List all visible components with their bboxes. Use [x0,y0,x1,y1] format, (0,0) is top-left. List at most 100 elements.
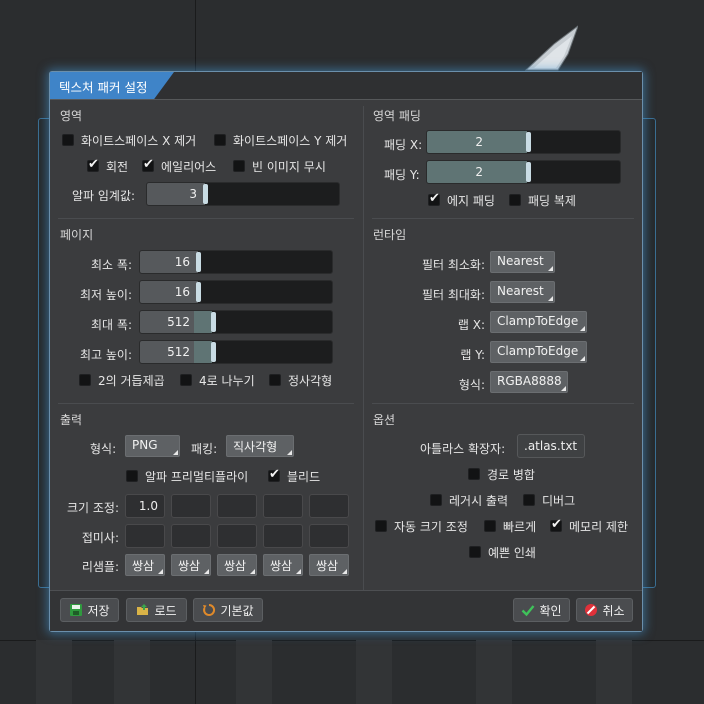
premultiply-alpha-checkbox[interactable] [126,470,138,482]
duplicate-padding-checkbox[interactable] [509,194,521,206]
min-height-slider[interactable]: 16 [139,280,333,304]
reset-icon [203,603,216,616]
suffix-field-2[interactable] [171,524,211,548]
divider [58,218,354,219]
min-width-label: 최소 폭: [91,258,132,272]
dialog-titlebar[interactable]: 텍스처 패커 설정 [50,72,642,100]
max-width-label: 최대 폭: [91,318,132,332]
area-section-title: 영역 [60,109,83,123]
debug-label: 디버그 [542,494,576,508]
duplicate-padding-label: 패딩 복제 [528,194,576,208]
output-section-title: 출력 [60,413,83,427]
combine-paths-label: 경로 병합 [487,468,535,482]
filter-mag-label: 필터 최대화: [421,288,485,302]
min-width-slider[interactable]: 16 [139,250,333,274]
suffix-field-1[interactable] [125,524,165,548]
sprite-preview-icon [524,25,578,71]
bleed-checkbox[interactable] [268,467,280,482]
save-button[interactable]: 저장 [60,598,119,622]
aliases-checkbox[interactable] [142,157,154,172]
save-label: 저장 [87,603,110,618]
resample-label: 리샘플: [81,560,119,574]
legacy-output-label: 레거시 출력 [449,494,509,508]
debug-checkbox[interactable] [523,494,535,506]
combine-paths-checkbox[interactable] [468,468,480,480]
scale-field-2[interactable] [171,494,211,518]
runtime-section-title: 런타임 [373,228,407,242]
area-padding-section-title: 영역 패딩 [373,109,421,123]
scale-field-5[interactable] [309,494,349,518]
resample-dropdown-5[interactable]: 쌍삼 [309,554,349,576]
suffix-field-5[interactable] [309,524,349,548]
dialog-title: 텍스처 패커 설정 [59,80,148,95]
scale-field-1[interactable]: 1.0 [125,494,165,518]
folder-open-icon [137,604,149,615]
save-icon [70,604,83,616]
wrap-y-label: 랩 Y: [460,348,485,362]
suffix-label: 접미사: [81,531,119,545]
edge-padding-label: 에지 패딩 [447,194,495,208]
max-height-label: 최고 높이: [79,348,132,362]
resample-dropdown-4[interactable]: 쌍삼 [263,554,303,576]
square-checkbox[interactable] [269,374,281,386]
packing-label: 패킹: [191,442,218,456]
max-height-slider[interactable]: 512 [139,340,333,364]
alpha-threshold-slider[interactable]: 3 [146,182,340,206]
padding-y-label: 패딩 Y: [384,168,420,182]
column-divider [363,106,364,590]
output-format-label: 형식: [90,442,117,456]
power-of-two-checkbox[interactable] [79,374,91,386]
aliases-label: 에일리어스 [161,160,217,174]
fast-label: 빠르게 [503,520,537,534]
packing-dropdown[interactable]: 직사각형 [226,435,294,457]
padding-y-slider[interactable]: 2 [426,160,621,184]
fast-checkbox[interactable] [484,520,496,532]
limit-memory-checkbox[interactable] [550,517,562,532]
whitespace-x-checkbox[interactable] [62,134,74,146]
legacy-output-checkbox[interactable] [430,494,442,506]
rotation-checkbox[interactable] [87,157,99,172]
load-label: 로드 [154,603,177,618]
cancel-icon [585,604,598,616]
cancel-button[interactable]: 취소 [576,598,633,622]
padding-x-label: 패딩 X: [384,138,423,152]
scale-field-4[interactable] [263,494,303,518]
scale-label: 크기 조정: [66,501,119,515]
ignore-blank-label: 빈 이미지 무시 [252,160,326,174]
bleed-label: 블리드 [287,470,321,484]
output-format-dropdown[interactable]: PNG [125,435,180,457]
options-section-title: 옵션 [373,413,396,427]
resample-dropdown-3[interactable]: 쌍삼 [217,554,257,576]
pretty-print-checkbox[interactable] [469,546,481,558]
padding-x-slider[interactable]: 2 [426,130,621,154]
runtime-format-dropdown[interactable]: RGBA8888 [490,371,568,393]
suffix-field-3[interactable] [217,524,257,548]
ignore-blank-checkbox[interactable] [233,160,245,172]
multiple-of-four-checkbox[interactable] [180,374,192,386]
min-height-label: 최저 높이: [79,288,132,302]
max-width-slider[interactable]: 512 [139,310,333,334]
alpha-threshold-label: 알파 임계값: [72,189,136,203]
wrap-x-label: 랩 X: [457,318,485,332]
load-button[interactable]: 로드 [126,598,187,622]
atlas-extension-field[interactable]: .atlas.txt [517,434,585,458]
pages-section-title: 페이지 [60,228,94,242]
edge-padding-checkbox[interactable] [428,191,440,206]
power-of-two-label: 2의 거듭제곱 [98,374,165,388]
suffix-field-4[interactable] [263,524,303,548]
wrap-x-dropdown[interactable]: ClampToEdge [490,311,587,333]
defaults-button[interactable]: 기본값 [193,598,263,622]
resample-dropdown-1[interactable]: 쌍삼 [125,554,165,576]
premultiply-alpha-label: 알파 프리멀티플라이 [145,470,249,484]
scale-field-3[interactable] [217,494,257,518]
filter-mag-dropdown[interactable]: Nearest [490,281,555,303]
wrap-y-dropdown[interactable]: ClampToEdge [490,341,587,363]
ok-label: 확인 [539,603,562,618]
square-label: 정사각형 [288,374,333,388]
resample-dropdown-2[interactable]: 쌍삼 [171,554,211,576]
divider [372,218,634,219]
whitespace-y-checkbox[interactable] [214,134,226,146]
ok-button[interactable]: 확인 [513,598,570,622]
filter-min-dropdown[interactable]: Nearest [490,251,555,273]
auto-scale-checkbox[interactable] [375,520,387,532]
